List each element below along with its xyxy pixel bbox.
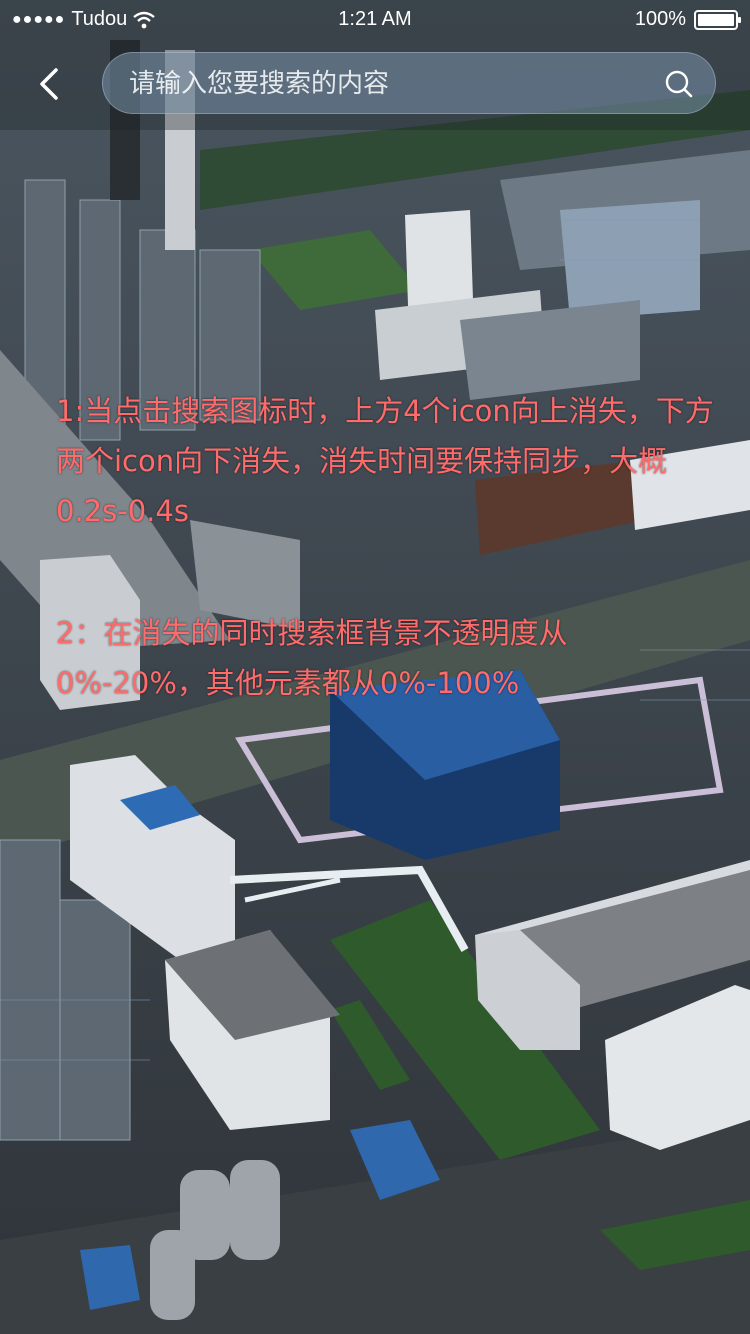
app-screen: ●●●●● Tudou 1:21 AM 100% 请输入您要搜索的内容 1:当点… <box>0 0 750 1334</box>
status-right: 100% <box>634 8 741 31</box>
search-input[interactable] <box>127 63 631 105</box>
annotation-note-1: 1:当点击搜索图标时，上方4个icon向上消失，下方两个icon向下消失，消失时… <box>56 394 714 528</box>
search-header <box>0 50 750 116</box>
battery-fill <box>698 13 734 26</box>
back-button[interactable] <box>30 62 74 106</box>
annotation-note-2: 2：在消失的同时搜索框背景不透明度从0%-20%，其他元素都从0%-100% <box>56 616 568 700</box>
status-bar: ●●●●● Tudou 1:21 AM 100% <box>0 0 750 40</box>
magnifier-icon[interactable] <box>661 66 697 102</box>
chevron-left-icon <box>40 68 58 100</box>
battery-icon <box>694 9 741 30</box>
battery-percent: 100% <box>634 8 686 30</box>
search-bar[interactable] <box>102 52 716 114</box>
